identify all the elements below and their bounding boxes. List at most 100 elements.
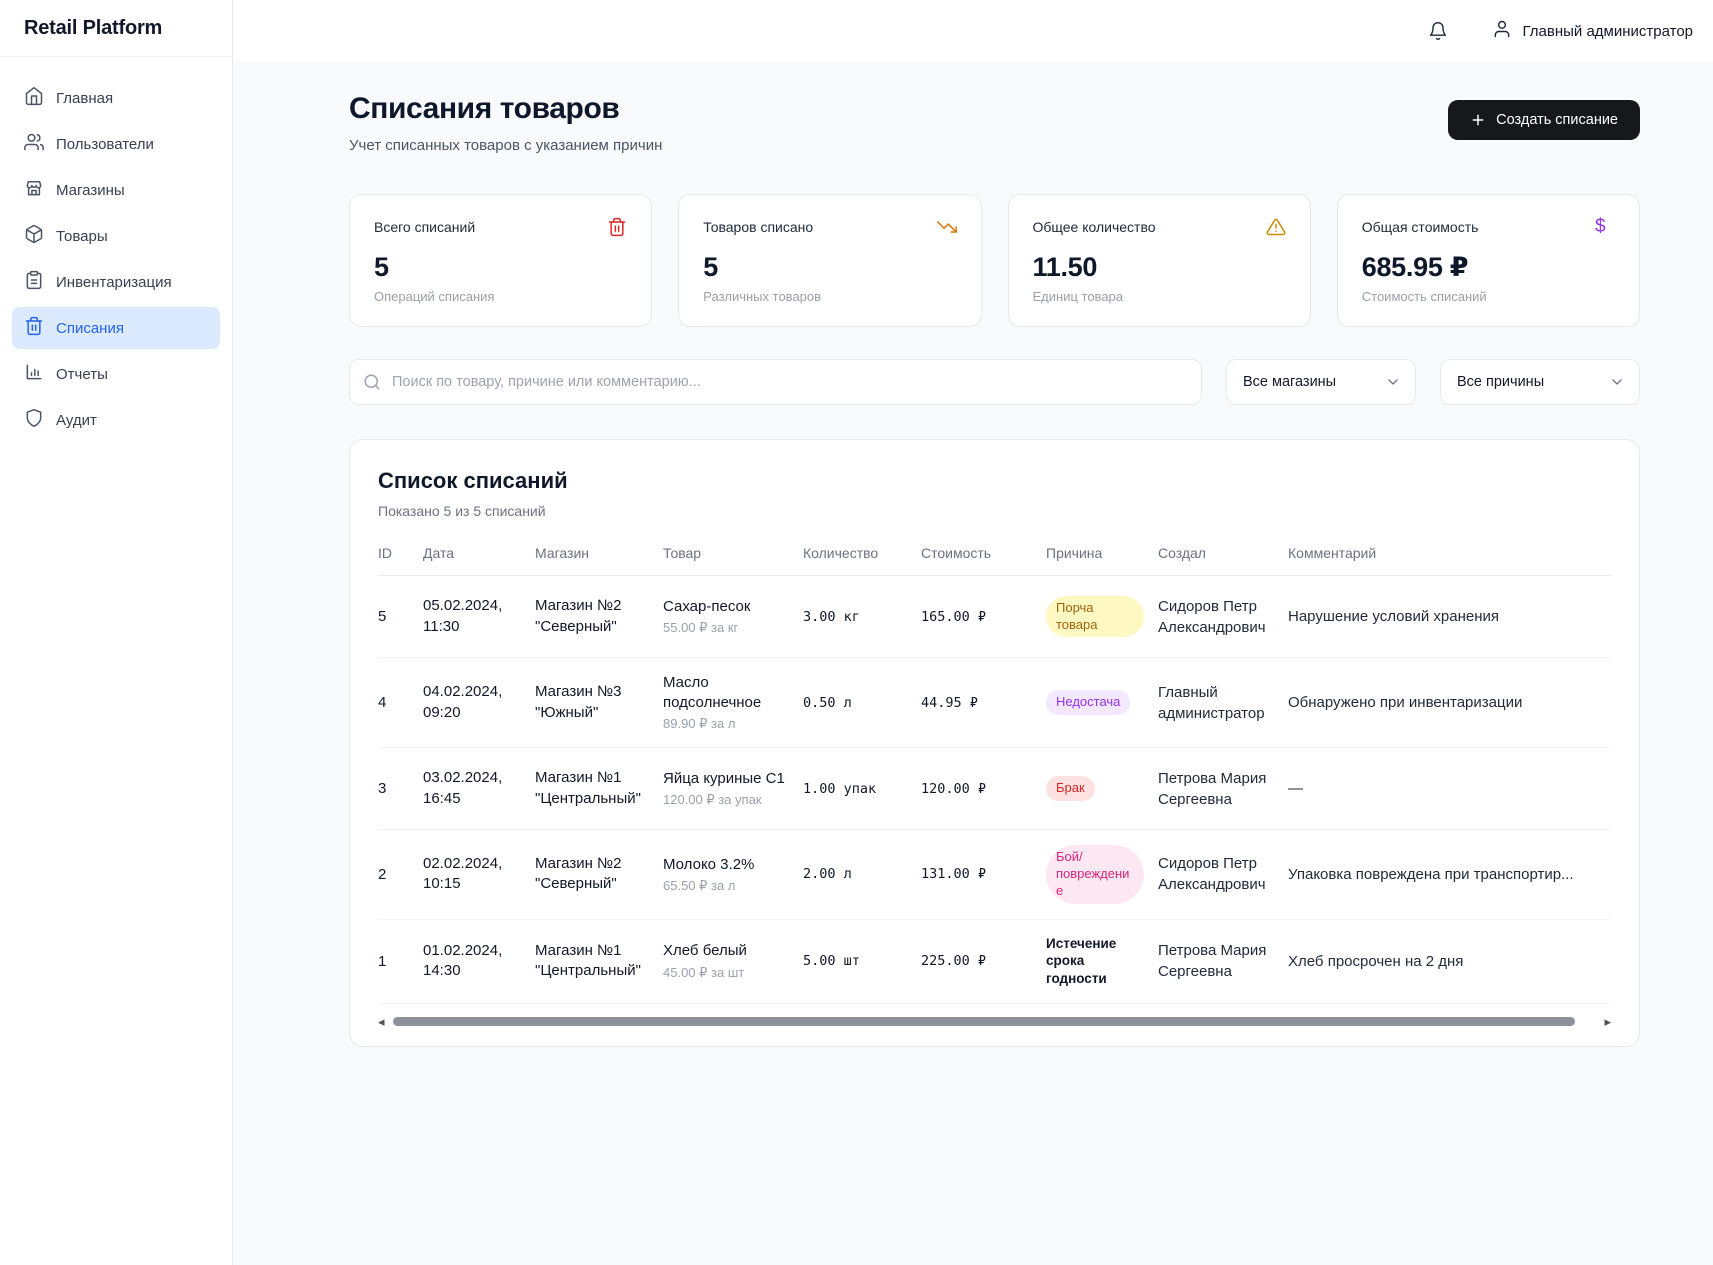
page-subtitle: Учет списанных товаров с указанием причи… — [349, 137, 662, 154]
alert-triangle-icon — [1266, 217, 1286, 237]
user-menu[interactable]: Главный администратор — [1492, 19, 1693, 43]
table-row: 2 02.02.2024, 10:15 Магазин №2 "Северный… — [378, 830, 1611, 920]
cell-quantity: 5.00 шт — [803, 953, 921, 969]
sidebar-item-audit[interactable]: Аудит — [12, 399, 220, 441]
stat-card-products-written-off: Товаров списано 5 Различных товаров — [678, 194, 981, 327]
product-name: Хлеб белый — [663, 941, 789, 961]
table-header-row: ID Дата Магазин Товар Количество Стоимос… — [378, 545, 1611, 576]
product-unit-price: 45.00 ₽ за шт — [663, 965, 789, 981]
trash-icon — [24, 316, 44, 340]
page-header: Списания товаров Учет списанных товаров … — [349, 92, 1640, 154]
cell-store: Магазин №3 "Южный" — [535, 682, 663, 723]
cell-quantity: 3.00 кг — [803, 609, 921, 625]
cell-store: Магазин №2 "Северный" — [535, 596, 663, 637]
cell-id: 5 — [378, 608, 423, 625]
writeoffs-table-card: Список списаний Показано 5 из 5 списаний… — [349, 439, 1640, 1047]
cell-reason: Истечение срока годности — [1046, 935, 1158, 988]
cell-comment: Хлеб просрочен на 2 дня — [1288, 951, 1611, 972]
col-header-store: Магазин — [535, 545, 663, 561]
cell-id: 2 — [378, 866, 423, 883]
reasons-filter-select[interactable]: Все причины — [1440, 359, 1640, 405]
app-root: Retail Platform Главная Пользователи Маг… — [0, 0, 1713, 1265]
cell-creator: Петрова Мария Сергеевна — [1158, 940, 1288, 982]
create-writeoff-label: Создать списание — [1496, 112, 1618, 128]
cell-store: Магазин №1 "Центральный" — [535, 941, 663, 982]
sidebar-item-reports[interactable]: Отчеты — [12, 353, 220, 395]
cell-store: Магазин №1 "Центральный" — [535, 768, 663, 809]
reasons-filter-value: Все причины — [1457, 374, 1544, 390]
cell-product: Сахар-песок 55.00 ₽ за кг — [663, 597, 803, 637]
stores-filter-select[interactable]: Все магазины — [1226, 359, 1416, 405]
brand-logo: Retail Platform — [0, 0, 232, 57]
stat-sub: Операций списания — [374, 289, 627, 304]
user-icon — [1492, 19, 1512, 43]
clipboard-icon — [24, 270, 44, 294]
col-header-reason: Причина — [1046, 545, 1158, 561]
col-header-quantity: Количество — [803, 545, 921, 561]
bell-icon[interactable] — [1428, 21, 1448, 41]
create-writeoff-button[interactable]: Создать списание — [1448, 100, 1640, 140]
filters-row: Все магазины Все причины — [349, 359, 1640, 405]
product-unit-price: 65.50 ₽ за л — [663, 878, 789, 894]
table-row: 4 04.02.2024, 09:20 Магазин №3 "Южный" М… — [378, 658, 1611, 748]
sidebar-item-label: Магазины — [56, 182, 125, 199]
stat-sub: Стоимость списаний — [1362, 289, 1615, 304]
sidebar-item-label: Отчеты — [56, 366, 108, 383]
trash-icon — [607, 217, 627, 237]
sidebar-item-label: Инвентаризация — [56, 274, 172, 291]
product-name: Яйца куриные С1 — [663, 769, 789, 789]
cell-id: 3 — [378, 780, 423, 797]
sidebar-item-home[interactable]: Главная — [12, 77, 220, 119]
search-icon — [363, 373, 381, 391]
reason-badge: Порча товара — [1046, 596, 1144, 638]
stat-label: Всего списаний — [374, 219, 475, 235]
cell-quantity: 0.50 л — [803, 695, 921, 711]
table-row: 5 05.02.2024, 11:30 Магазин №2 "Северный… — [378, 576, 1611, 658]
sidebar-item-stores[interactable]: Магазины — [12, 169, 220, 211]
stat-sub: Единиц товара — [1033, 289, 1286, 304]
col-header-id: ID — [378, 545, 423, 561]
col-header-cost: Стоимость — [921, 545, 1046, 561]
sidebar-item-inventory[interactable]: Инвентаризация — [12, 261, 220, 303]
table-row: 3 03.02.2024, 16:45 Магазин №1 "Централь… — [378, 748, 1611, 830]
scroll-right-arrow-icon[interactable]: ▸ — [1604, 1015, 1611, 1028]
product-unit-price: 55.00 ₽ за кг — [663, 620, 789, 636]
cell-date: 05.02.2024, 11:30 — [423, 596, 535, 637]
table-hscrollbar: ◂ ▸ — [378, 1014, 1611, 1030]
stat-sub: Различных товаров — [703, 289, 956, 304]
col-header-date: Дата — [423, 545, 535, 561]
cell-product: Масло подсолнечное 89.90 ₽ за л — [663, 673, 803, 732]
table-row: 1 01.02.2024, 14:30 Магазин №1 "Централь… — [378, 920, 1611, 1004]
cell-comment: Нарушение условий хранения — [1288, 606, 1611, 627]
stat-value: 5 — [374, 252, 627, 283]
col-header-creator: Создал — [1158, 545, 1288, 561]
sidebar: Retail Platform Главная Пользователи Маг… — [0, 0, 233, 1265]
cell-date: 02.02.2024, 10:15 — [423, 854, 535, 895]
scrollbar-thumb[interactable] — [393, 1017, 1575, 1026]
shield-icon — [24, 408, 44, 432]
cell-cost: 131.00 ₽ — [921, 866, 1046, 882]
sidebar-item-label: Списания — [56, 320, 124, 337]
product-unit-price: 120.00 ₽ за упак — [663, 792, 789, 808]
stat-value: 5 — [703, 252, 956, 283]
cell-creator: Петрова Мария Сергеевна — [1158, 768, 1288, 810]
sidebar-item-label: Аудит — [56, 412, 97, 429]
cell-date: 01.02.2024, 14:30 — [423, 941, 535, 982]
dollar-icon: $ — [1595, 217, 1615, 237]
chevron-down-icon — [1385, 374, 1401, 390]
scrollbar-track[interactable] — [393, 1017, 1597, 1026]
search-input[interactable] — [349, 359, 1202, 405]
stat-label: Общая стоимость — [1362, 219, 1479, 235]
stat-value: 685.95 ₽ — [1362, 252, 1615, 283]
sidebar-nav: Главная Пользователи Магазины Товары Инв… — [0, 57, 232, 461]
user-name: Главный администратор — [1522, 23, 1693, 40]
sidebar-item-users[interactable]: Пользователи — [12, 123, 220, 165]
trending-down-icon — [937, 217, 957, 237]
sidebar-item-products[interactable]: Товары — [12, 215, 220, 257]
scroll-left-arrow-icon[interactable]: ◂ — [378, 1015, 385, 1028]
product-name: Молоко 3.2% — [663, 855, 789, 875]
reason-badge: Недостача — [1046, 690, 1130, 715]
table-title: Список списаний — [378, 468, 1611, 494]
sidebar-item-writeoffs[interactable]: Списания — [12, 307, 220, 349]
cell-comment: — — [1288, 778, 1611, 799]
